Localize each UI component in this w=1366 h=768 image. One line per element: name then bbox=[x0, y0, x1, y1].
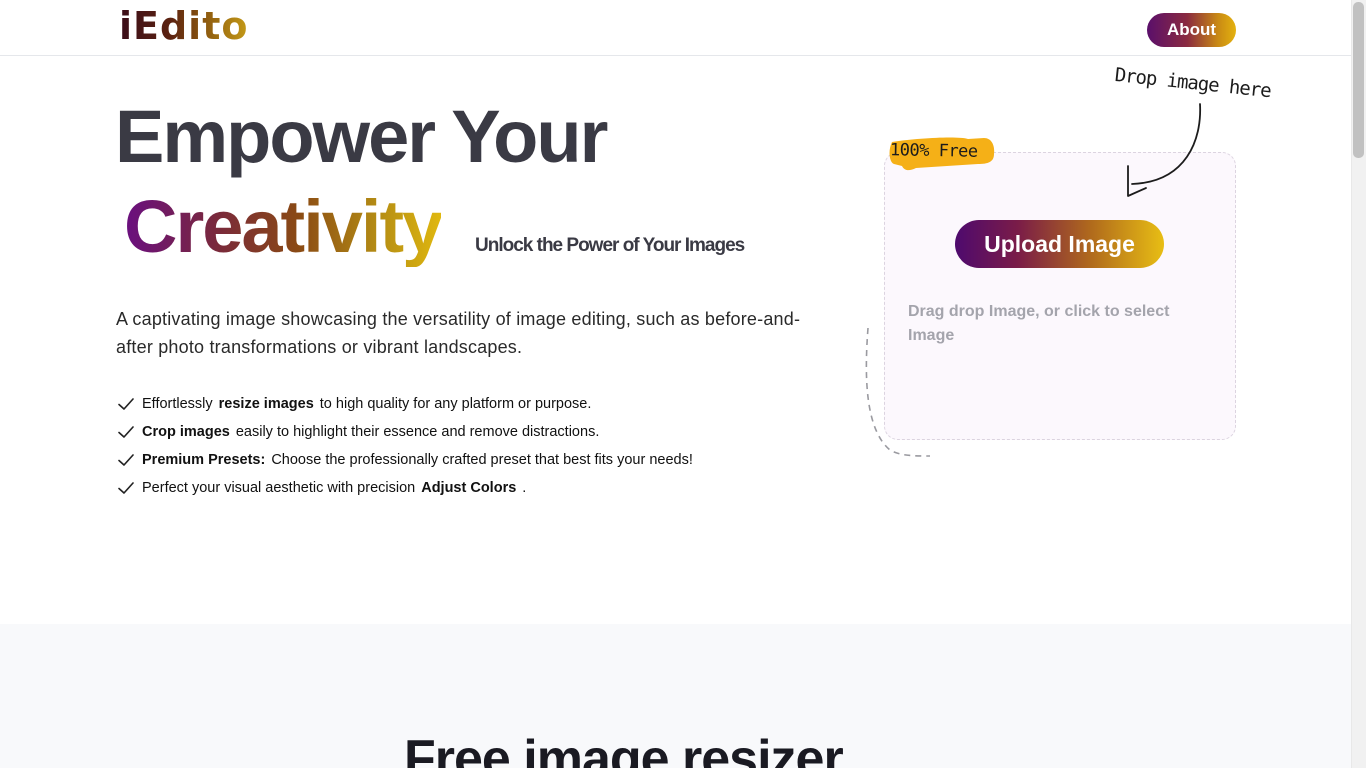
page-scrollbar-thumb[interactable] bbox=[1353, 2, 1364, 158]
feature-text-after: . bbox=[522, 480, 527, 496]
hero-title-line2: Creativity bbox=[124, 185, 443, 268]
feature-text-bold: Crop images bbox=[142, 424, 230, 440]
hand-drawn-arrow-icon bbox=[1127, 103, 1202, 197]
feature-text-bold: Adjust Colors bbox=[421, 480, 517, 496]
check-icon bbox=[118, 454, 134, 466]
check-icon bbox=[118, 426, 134, 438]
feature-text-bold: Premium Presets: bbox=[142, 452, 266, 468]
upload-image-button[interactable]: Upload Image bbox=[955, 220, 1164, 268]
about-button[interactable]: About bbox=[1147, 13, 1236, 47]
feature-text-after: easily to highlight their essence and re… bbox=[235, 424, 600, 440]
feature-text-after: to high quality for any platform or purp… bbox=[319, 396, 592, 412]
free-badge-text: 100% Free bbox=[889, 140, 978, 162]
site-logo[interactable]: iEdito bbox=[119, 4, 248, 48]
top-navbar: iEdito About bbox=[0, 0, 1351, 56]
hero-title-line1: Empower Your bbox=[115, 95, 608, 178]
check-icon bbox=[118, 482, 134, 494]
feature-item-resize: Effortlessly resize images to high quali… bbox=[116, 390, 693, 418]
check-icon bbox=[118, 398, 134, 410]
drop-image-hint: Drop image here bbox=[1113, 64, 1272, 103]
hero-subtitle: Unlock the Power of Your Images bbox=[475, 235, 745, 256]
feature-text-before: Effortlessly bbox=[142, 396, 213, 412]
drag-drop-instructions: Drag drop Image, or click to select Imag… bbox=[908, 303, 1170, 344]
section-title: Free image resizer bbox=[404, 730, 844, 768]
hero-description: A captivating image showcasing the versa… bbox=[116, 309, 801, 357]
feature-text-after: Choose the professionally crafted preset… bbox=[271, 452, 693, 468]
feature-list: Effortlessly resize images to high quali… bbox=[116, 390, 693, 502]
feature-item-colors: Perfect your visual aesthetic with preci… bbox=[116, 474, 693, 502]
feature-item-crop: Crop images easily to highlight their es… bbox=[116, 418, 693, 446]
feature-item-presets: Premium Presets: Choose the professional… bbox=[116, 446, 693, 474]
feature-text-bold: resize images bbox=[218, 396, 314, 412]
feature-text-before: Perfect your visual aesthetic with preci… bbox=[142, 480, 416, 496]
